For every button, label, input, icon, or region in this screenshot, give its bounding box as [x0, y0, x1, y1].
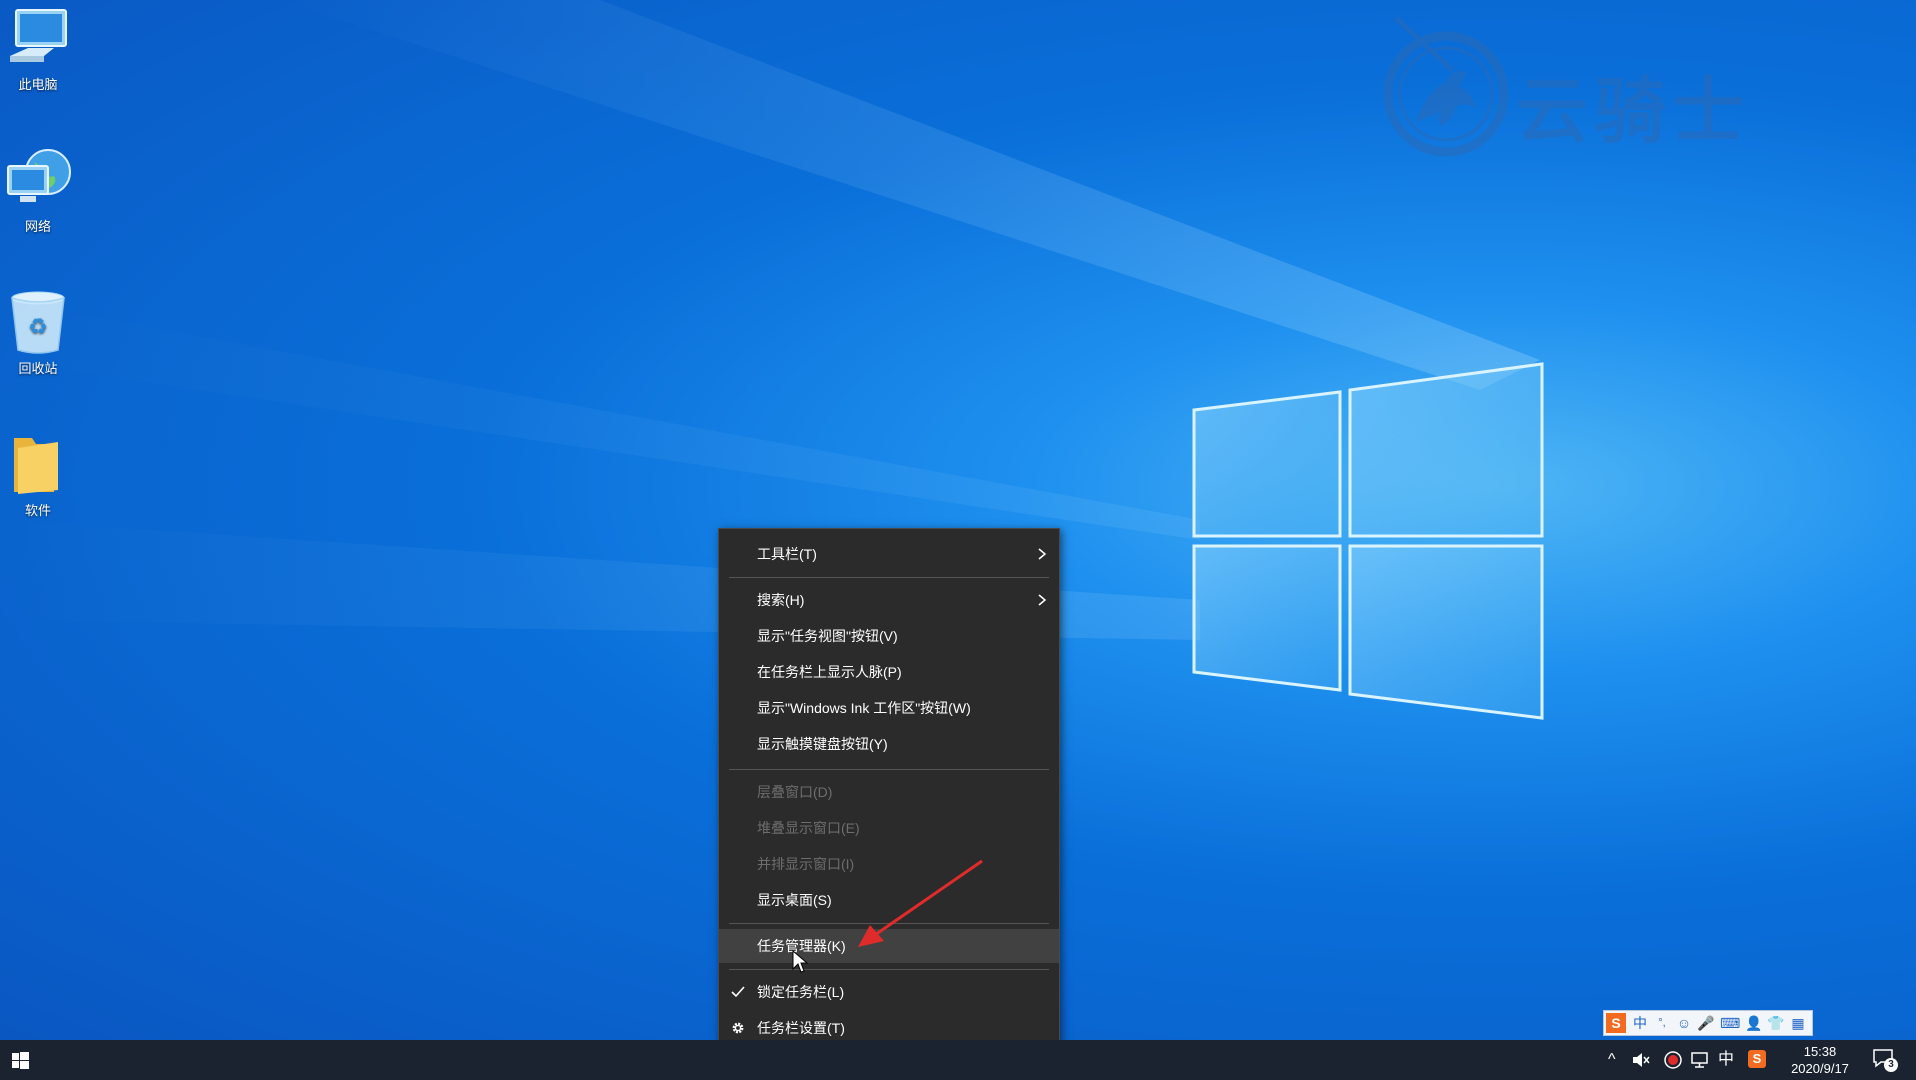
input-language-indicator[interactable]: 中	[1718, 1050, 1734, 1070]
menu-separator	[729, 769, 1049, 770]
watermark-text: 云骑士	[1516, 69, 1751, 153]
ime-punctuation-mode[interactable]: °,	[1652, 1013, 1672, 1033]
network-icon[interactable]	[1690, 1050, 1710, 1070]
menu-item-label: 在任务栏上显示人脉(P)	[757, 664, 902, 680]
action-center-button[interactable]: 3	[1872, 1048, 1898, 1072]
menu-item-show-task-view[interactable]: 显示"任务视图"按钮(V)	[719, 619, 1059, 653]
menu-item-label: 显示触摸键盘按钮(Y)	[757, 736, 888, 752]
menu-separator	[729, 577, 1049, 578]
start-button[interactable]	[0, 1040, 40, 1080]
desktop-icon-recycle-bin[interactable]: ♻ 回收站	[4, 288, 72, 377]
menu-item-label: 锁定任务栏(L)	[757, 984, 845, 1000]
menu-item-label: 显示桌面(S)	[757, 892, 832, 908]
ime-skin-icon[interactable]: 👕	[1766, 1013, 1786, 1033]
record-icon[interactable]	[1663, 1050, 1683, 1070]
watermark: 云骑士	[1376, 12, 1836, 162]
chevron-right-icon	[1038, 548, 1047, 560]
network-icon	[7, 149, 71, 202]
gear-icon	[732, 1022, 744, 1034]
sogou-tray-icon[interactable]: S	[1748, 1050, 1766, 1068]
taskbar[interactable]: ^ 中 S 15:38 2020/9/17 3	[0, 1040, 1916, 1080]
menu-item-cascade-windows: 层叠窗口(D)	[719, 775, 1059, 809]
desktop-icon-label: 回收站	[18, 361, 58, 376]
menu-item-toolbars[interactable]: 工具栏(T)	[719, 537, 1059, 571]
taskbar-context-menu: 工具栏(T) 搜索(H) 显示"任务视图"按钮(V) 在任务栏上显示人脉(P) …	[718, 528, 1060, 1056]
menu-item-show-people[interactable]: 在任务栏上显示人脉(P)	[719, 655, 1059, 689]
knight-logo-icon	[1383, 16, 1509, 157]
ime-user-icon[interactable]: 👤	[1744, 1013, 1764, 1033]
menu-item-label: 堆叠显示窗口(E)	[757, 820, 860, 836]
volume-muted-icon[interactable]	[1632, 1050, 1650, 1070]
recycle-bin-icon: ♻	[11, 291, 65, 354]
mouse-cursor-icon	[792, 950, 809, 973]
windows-start-icon	[12, 1052, 29, 1069]
ime-microphone-icon[interactable]: 🎤	[1696, 1013, 1716, 1033]
menu-item-stacked-windows: 堆叠显示窗口(E)	[719, 811, 1059, 845]
ime-emoji-icon[interactable]: ☺	[1674, 1013, 1694, 1033]
clock-time: 15:38	[1803, 1044, 1837, 1059]
notification-count-badge: 3	[1884, 1058, 1898, 1072]
computer-icon	[10, 9, 67, 62]
desktop-icon-network[interactable]: 网络	[4, 146, 72, 235]
taskbar-clock[interactable]: 15:38 2020/9/17	[1780, 1043, 1860, 1077]
menu-item-label: 搜索(H)	[757, 592, 805, 608]
menu-item-label: 层叠窗口(D)	[757, 784, 833, 800]
menu-item-search[interactable]: 搜索(H)	[719, 583, 1059, 617]
menu-item-label: 显示"Windows Ink 工作区"按钮(W)	[757, 700, 971, 716]
menu-item-label: 并排显示窗口(I)	[757, 856, 855, 872]
menu-separator	[729, 969, 1049, 970]
chevron-right-icon	[1038, 594, 1047, 606]
annotation-arrow	[858, 859, 983, 947]
checkmark-icon	[731, 986, 745, 998]
ime-toolbox-icon[interactable]: ▦	[1788, 1013, 1808, 1033]
ime-chinese-mode[interactable]: 中	[1630, 1013, 1650, 1033]
clock-date: 2020/9/17	[1791, 1061, 1849, 1076]
desktop-icon-label: 网络	[24, 219, 51, 234]
tray-show-hidden-icons[interactable]: ^	[1608, 1050, 1616, 1070]
desktop-icon-label: 此电脑	[18, 77, 58, 92]
sogou-logo-icon[interactable]: S	[1606, 1013, 1626, 1033]
desktop-icon-software-folder[interactable]: 软件	[4, 430, 72, 519]
menu-item-show-windows-ink[interactable]: 显示"Windows Ink 工作区"按钮(W)	[719, 691, 1059, 725]
desktop-icon-this-pc[interactable]: 此电脑	[4, 4, 72, 93]
menu-item-label: 显示"任务视图"按钮(V)	[757, 628, 898, 644]
svg-text:♻: ♻	[28, 315, 48, 340]
menu-item-show-touch-keyboard[interactable]: 显示触摸键盘按钮(Y)	[719, 727, 1059, 761]
menu-item-label: 工具栏(T)	[757, 546, 817, 562]
ime-keyboard-icon[interactable]: ⌨	[1720, 1013, 1740, 1033]
ime-toolbar[interactable]: S 中 °, ☺ 🎤 ⌨ 👤 👕 ▦	[1603, 1010, 1813, 1036]
folder-icon	[14, 438, 58, 494]
desktop-icon-label: 软件	[24, 503, 51, 518]
menu-item-lock-taskbar[interactable]: 锁定任务栏(L)	[719, 975, 1059, 1009]
windows-logo-wallpaper	[1192, 362, 1544, 720]
